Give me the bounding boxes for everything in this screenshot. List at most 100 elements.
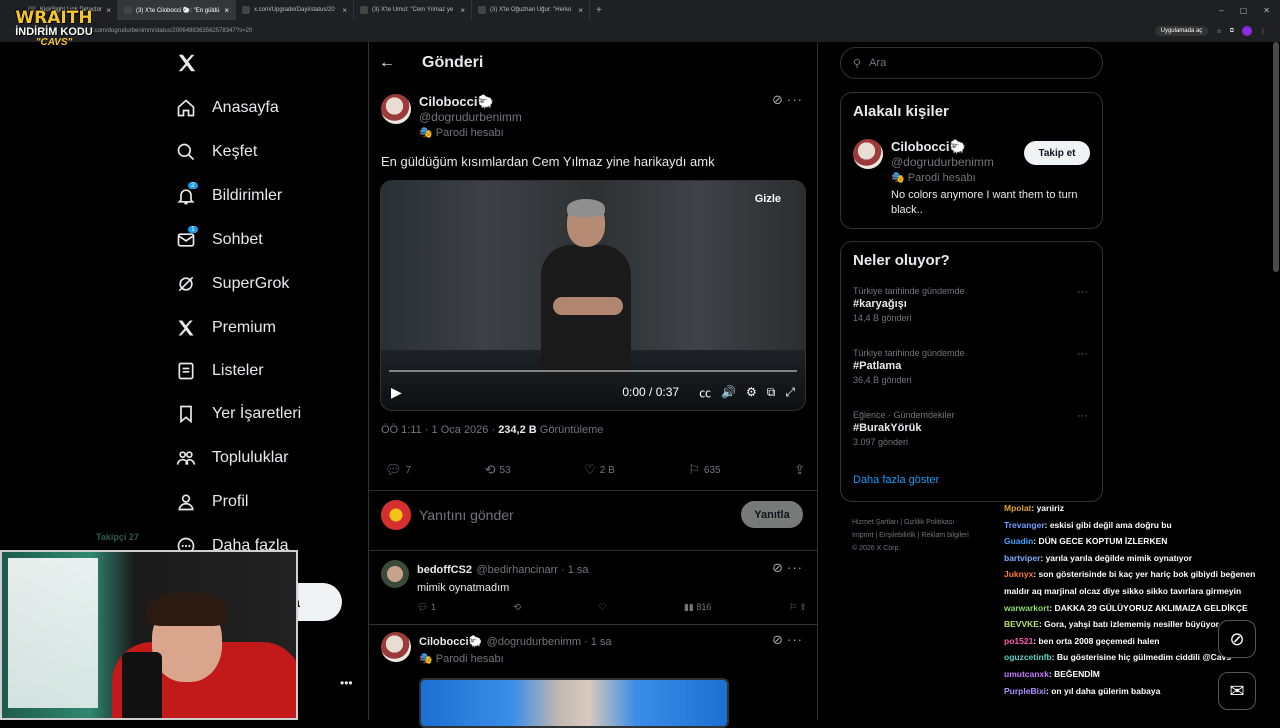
nav-item-profile[interactable]: Profil bbox=[176, 492, 248, 512]
messages-floating-icon[interactable]: ✉ bbox=[1218, 672, 1256, 710]
search-input[interactable]: Ara bbox=[869, 57, 886, 69]
grok-floating-icon[interactable]: ⊘ bbox=[1218, 620, 1256, 658]
repost-icon[interactable]: ⟲ bbox=[513, 602, 521, 613]
heart-icon[interactable]: ♡ bbox=[598, 602, 606, 613]
comment-handle[interactable]: @dogrudurbenimm · 1 sa bbox=[487, 636, 612, 648]
author-handle[interactable]: @dogrudurbenimm bbox=[419, 110, 522, 124]
browser-tab[interactable]: (3) X'te Oğuzhan Uğur: "Herko × bbox=[472, 0, 590, 20]
fullscreen-icon[interactable]: ⤢ bbox=[785, 385, 795, 400]
back-arrow-icon[interactable]: ← bbox=[379, 54, 395, 72]
x-logo-icon[interactable] bbox=[176, 52, 200, 76]
chat-username[interactable]: warwarkort bbox=[1004, 603, 1049, 613]
browser-tab[interactable]: x.com/UpgraderDayi/status/20 × bbox=[236, 0, 354, 20]
url-text[interactable]: x.com/dogrudurbenimm/status/200648836356… bbox=[90, 28, 1155, 34]
chat-username[interactable]: oguzcetinfb bbox=[1004, 652, 1052, 662]
settings-icon[interactable]: ⚙ bbox=[746, 385, 757, 399]
chat-username[interactable]: Mpolat bbox=[1004, 503, 1031, 513]
comment-item[interactable]: bedoffCS2 @bedirhancinarr · 1 sa mimik o… bbox=[381, 560, 589, 594]
more-options-icon[interactable]: ··· bbox=[787, 92, 803, 107]
new-tab-icon[interactable]: + bbox=[590, 5, 608, 16]
chat-username[interactable]: po1521 bbox=[1004, 636, 1033, 646]
nav-item-supergrok[interactable]: SuperGrok bbox=[176, 274, 289, 294]
avatar[interactable] bbox=[381, 560, 409, 588]
close-window-icon[interactable]: ✕ bbox=[1263, 6, 1270, 15]
maximize-icon[interactable]: ▢ bbox=[1240, 6, 1248, 15]
trend-item[interactable]: Eğlence · Gündemdekiler #BurakYörük 3.09… bbox=[853, 410, 955, 447]
extensions-icon[interactable]: ⧉ bbox=[1230, 28, 1234, 35]
share-action[interactable]: ⇪ bbox=[794, 462, 805, 478]
browser-tab-active[interactable]: (3) X'te Cilobocci 🐑: "En güldü × bbox=[118, 0, 236, 20]
nav-item-explore[interactable]: Keşfet bbox=[176, 142, 257, 162]
repost-action[interactable]: ⟲ 53 bbox=[485, 462, 511, 478]
comment-author[interactable]: Cilobocci🐑 bbox=[419, 636, 482, 648]
tweet-time[interactable]: ÖÖ 1:11 · 1 Oca 2026 · bbox=[381, 424, 498, 436]
author-name[interactable]: Cilobocci🐑 bbox=[419, 94, 522, 110]
account-more-icon[interactable]: ••• bbox=[340, 676, 353, 690]
avatar[interactable] bbox=[381, 94, 411, 124]
more-options-icon[interactable]: ··· bbox=[1077, 348, 1088, 360]
footer-link[interactable]: Imprint bbox=[852, 532, 873, 539]
grok-icon[interactable]: ⊘ bbox=[772, 632, 783, 648]
bookmark-action[interactable]: ⚐ 635 bbox=[688, 462, 720, 478]
avatar[interactable] bbox=[381, 632, 411, 662]
minimize-icon[interactable]: – bbox=[1219, 6, 1223, 15]
star-icon[interactable]: ☆ bbox=[1216, 28, 1221, 35]
close-icon[interactable]: × bbox=[460, 6, 465, 15]
comment-item[interactable]: Cilobocci🐑 @dogrudurbenimm · 1 sa 🎭 Paro… bbox=[381, 632, 612, 665]
grok-icon[interactable]: ⊘ bbox=[772, 560, 783, 576]
comment-handle[interactable]: @bedirhancinarr · 1 sa bbox=[476, 564, 588, 576]
reply-input[interactable]: Yanıtını gönder bbox=[419, 507, 514, 523]
nav-item-premium[interactable]: Premium bbox=[176, 318, 276, 338]
more-options-icon[interactable]: ··· bbox=[1077, 286, 1088, 298]
nav-item-lists[interactable]: Listeler bbox=[176, 361, 264, 381]
trend-item[interactable]: Türkiye tarihinde gündemde #karyağışı 14… bbox=[853, 286, 965, 323]
video-player[interactable]: Gizle ▶ 0:00 / 0:37 ㏄ 🔊 ⚙ ⧉ ⤢ bbox=[380, 180, 806, 411]
nav-item-bookmarks[interactable]: Yer İşaretleri bbox=[176, 404, 301, 424]
chat-username[interactable]: bartviper bbox=[1004, 553, 1040, 563]
close-icon[interactable]: × bbox=[224, 6, 229, 15]
footer-link[interactable]: Erişilebilirlik bbox=[879, 532, 916, 539]
like-action[interactable]: ♡ 2 B bbox=[584, 462, 615, 478]
nav-item-communities[interactable]: Topluluklar bbox=[176, 448, 288, 468]
play-icon[interactable]: ▶ bbox=[391, 384, 402, 401]
hide-button[interactable]: Gizle bbox=[755, 193, 781, 205]
comment-media[interactable] bbox=[419, 678, 729, 728]
avatar[interactable] bbox=[853, 139, 883, 169]
captions-icon[interactable]: ㏄ bbox=[699, 384, 711, 401]
scrollbar[interactable] bbox=[1273, 42, 1279, 272]
video-progress-bar[interactable] bbox=[389, 370, 797, 372]
footer-link[interactable]: Gizlilik Politikası bbox=[904, 519, 954, 526]
footer-link[interactable]: Reklam bilgileri bbox=[921, 532, 968, 539]
bookmark-icon[interactable]: ⚐ ⇪ bbox=[789, 602, 807, 613]
reply-action[interactable]: 💬︎ 1 bbox=[417, 602, 436, 613]
comment-author[interactable]: bedoffCS2 bbox=[417, 564, 472, 576]
nav-item-chat[interactable]: 1 Sohbet bbox=[176, 226, 263, 250]
menu-icon[interactable]: ⋮ bbox=[1260, 28, 1266, 35]
nav-item-notifications[interactable]: 2 Bildirimler bbox=[176, 182, 282, 206]
pip-icon[interactable]: ⧉ bbox=[767, 385, 776, 400]
browser-tab[interactable]: (3) X'te Umut: "Cem Yılmaz ye × bbox=[354, 0, 472, 20]
more-options-icon[interactable]: ··· bbox=[1077, 410, 1088, 422]
close-icon[interactable]: × bbox=[106, 6, 111, 15]
volume-icon[interactable]: 🔊 bbox=[721, 385, 736, 399]
more-options-icon[interactable]: ··· bbox=[787, 632, 803, 647]
more-options-icon[interactable]: ··· bbox=[787, 560, 803, 575]
search-box[interactable]: ⚲ Ara bbox=[840, 47, 1103, 79]
close-icon[interactable]: × bbox=[578, 6, 583, 15]
chat-username[interactable]: umutcanxk bbox=[1004, 669, 1049, 679]
chat-username[interactable]: Juknyx bbox=[1004, 569, 1033, 579]
chat-username[interactable]: Guadin bbox=[1004, 536, 1033, 546]
chat-username[interactable]: PurpleBixi bbox=[1004, 686, 1046, 696]
footer-link[interactable]: Hizmet Şartları bbox=[852, 519, 898, 526]
chat-username[interactable]: Trevanger bbox=[1004, 520, 1045, 530]
grok-icon[interactable]: ⊘ bbox=[772, 92, 783, 108]
chat-username[interactable]: BEVVKE bbox=[1004, 619, 1039, 629]
open-in-app-button[interactable]: Uygulamada aç bbox=[1154, 26, 1209, 36]
reply-action[interactable]: 💬︎ 7 bbox=[385, 462, 411, 478]
profile-icon[interactable] bbox=[1242, 26, 1252, 36]
views-action[interactable]: ▮▮ 816 bbox=[684, 602, 711, 613]
close-icon[interactable]: × bbox=[342, 6, 347, 15]
reply-button[interactable]: Yanıtla bbox=[741, 501, 803, 528]
show-more-link[interactable]: Daha fazla göster bbox=[853, 474, 939, 486]
trend-item[interactable]: Türkiye tarihinde gündemde #Patlama 36,4… bbox=[853, 348, 965, 385]
